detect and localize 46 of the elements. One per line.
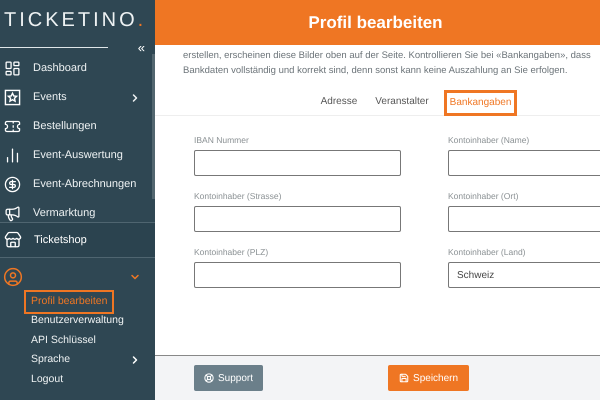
logo: TICKETINO. xyxy=(4,8,146,33)
input-field[interactable] xyxy=(448,206,600,232)
ticket-icon xyxy=(4,118,21,135)
intro-text: erstellen, erscheinen diese Bilder oben auf der Seite. Kontrollieren Sie bei «Bankangaben», dass xyxy=(183,49,591,63)
save-icon xyxy=(399,373,410,383)
submenu-item[interactable]: API Schlüssel xyxy=(0,331,155,350)
field-label: Kontoinhaber (Ort) xyxy=(448,190,520,202)
tab[interactable]: Veranstalter xyxy=(372,89,432,115)
ticketshop-item[interactable]: Ticketshop xyxy=(0,222,155,258)
intro-text: Bankdaten vollständig und korrekt sind, denn sonst kann keine Auszahlung an Sie erfolgen. xyxy=(183,64,568,78)
field-label: Kontoinhaber (Name) xyxy=(448,134,530,146)
tab[interactable]: Adresse xyxy=(318,89,360,115)
menu-label: Dashboard xyxy=(33,61,87,76)
menu-label: Event-Auswertung xyxy=(33,148,123,164)
menu-item[interactable]: Event-Abrechnungen xyxy=(0,170,155,199)
submenu-item[interactable]: Logout xyxy=(0,370,155,390)
input-field[interactable] xyxy=(194,206,401,232)
megaphone-icon xyxy=(4,205,21,222)
menu-item[interactable]: Bestellungen xyxy=(0,112,155,141)
menu-label: Bestellungen xyxy=(33,119,97,134)
menu-item[interactable]: Dashboard xyxy=(0,54,155,83)
dollar-icon xyxy=(4,176,21,193)
field-label: Kontoinhaber (Strasse) xyxy=(194,190,282,202)
user-icon[interactable] xyxy=(3,267,23,287)
support-button[interactable]: Support xyxy=(194,365,264,391)
input-field[interactable]: Schweiz xyxy=(448,262,600,288)
menu-item[interactable]: Events xyxy=(0,83,155,112)
field-label: Kontoinhaber (Land) xyxy=(448,246,527,258)
input-field[interactable] xyxy=(194,150,401,176)
page-title: Profil bearbeiten xyxy=(308,12,443,34)
submenu-item[interactable]: Benutzerverwaltung xyxy=(0,312,155,331)
menu-label: Vermarktung xyxy=(33,206,96,222)
field-label: Kontoinhaber (PLZ) xyxy=(194,246,270,258)
dashboard-icon xyxy=(4,60,21,77)
submenu-item[interactable]: Sprache xyxy=(0,350,155,370)
menu-label: Ticketshop xyxy=(34,232,87,248)
menu-label: Events xyxy=(33,90,67,106)
field-label: IBAN Nummer xyxy=(194,134,250,146)
lifebuoy-icon xyxy=(204,373,214,383)
menu-label: Event-Abrechnungen xyxy=(33,177,136,192)
input-field[interactable] xyxy=(194,262,401,288)
input-field[interactable] xyxy=(448,150,600,176)
bar-chart-icon xyxy=(4,147,21,164)
collapse-button[interactable]: « xyxy=(138,40,145,54)
store-icon xyxy=(4,231,22,249)
menu-item[interactable]: Event-Auswertung xyxy=(0,141,155,170)
